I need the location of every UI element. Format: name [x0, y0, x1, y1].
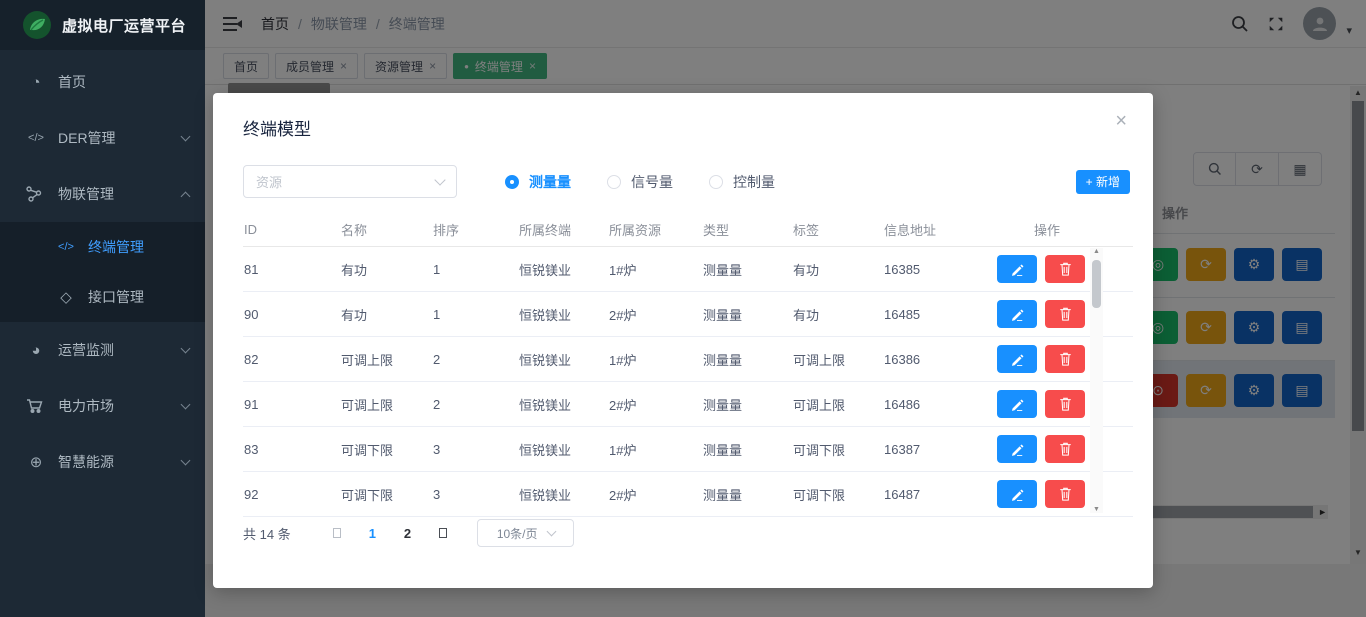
col-header-type: 类型 — [703, 220, 793, 239]
sidebar-item-home[interactable]: ◔ 首页 — [0, 54, 205, 110]
radio-signal[interactable]: 信号量 — [607, 172, 673, 192]
table-row: 90有功1恒锐镁业2#炉测量量有功16485 — [243, 292, 1133, 337]
scroll-up-icon[interactable]: ▲ — [1090, 248, 1103, 255]
edit-button[interactable] — [997, 300, 1037, 328]
col-header-tag: 标签 — [793, 220, 884, 239]
table-row: 81有功1恒锐镁业1#炉测量量有功16385 — [243, 247, 1133, 292]
table-row: 83可调下限3恒锐镁业1#炉测量量可调下限16387 — [243, 427, 1133, 472]
dialog-title: 终端模型 — [243, 120, 311, 139]
edit-button[interactable] — [997, 390, 1037, 418]
sidebar-item-iot[interactable]: 物联管理 — [0, 166, 205, 222]
sidebar-submenu-iot: </> 终端管理 ◇ 接口管理 — [0, 222, 205, 322]
add-button[interactable]: + 新增 — [1076, 170, 1130, 194]
delete-button[interactable] — [1045, 435, 1085, 463]
delete-button[interactable] — [1045, 345, 1085, 373]
chevron-up-icon — [181, 191, 191, 201]
radio-icon — [607, 175, 621, 189]
radio-control[interactable]: 控制量 — [709, 172, 775, 192]
col-header-address: 信息地址 — [884, 220, 997, 239]
select-placeholder: 资源 — [256, 172, 282, 191]
col-header-ops: 操作 — [997, 220, 1133, 239]
delete-button[interactable] — [1045, 390, 1085, 418]
globe-icon: ⊕ — [26, 453, 46, 471]
table-header-row: ID 名称 排序 所属终端 所属资源 类型 标签 信息地址 操作 — [243, 213, 1133, 247]
radio-icon — [505, 175, 519, 189]
type-radio-group: 测量量 信号量 控制量 — [505, 172, 775, 192]
close-icon[interactable]: × — [1115, 111, 1127, 131]
delete-button[interactable] — [1045, 300, 1085, 328]
delete-button[interactable] — [1045, 480, 1085, 508]
chevron-down-icon — [181, 400, 191, 410]
next-page-button[interactable] — [439, 528, 447, 538]
sidebar-item-power-market[interactable]: 电力市场 — [0, 378, 205, 434]
code-icon: </> — [26, 132, 46, 144]
dialog-filter-bar: 资源 测量量 信号量 控制量 + 新增 — [243, 165, 1130, 198]
table-row: 82可调上限2恒锐镁业1#炉测量量可调上限16386 — [243, 337, 1133, 382]
col-header-terminal: 所属终端 — [519, 220, 609, 239]
table-scrollbar[interactable]: ▲ ▼ — [1090, 248, 1103, 513]
sidebar-item-interface-mgmt[interactable]: ◇ 接口管理 — [0, 272, 205, 322]
terminal-model-table: ID 名称 排序 所属终端 所属资源 类型 标签 信息地址 操作 81有功1恒锐… — [243, 213, 1133, 517]
cart-icon — [26, 398, 46, 414]
sidebar: 虚拟电厂运营平台 ◔ 首页 </> DER管理 物联管理 — [0, 0, 205, 617]
col-header-sort: 排序 — [433, 220, 519, 239]
col-header-resource: 所属资源 — [609, 220, 703, 239]
gauge-icon: ◔ — [26, 74, 46, 91]
chevron-down-icon — [434, 174, 445, 185]
dialog-header: 终端模型 × — [213, 93, 1153, 140]
col-header-id: ID — [244, 222, 341, 237]
page-1-button[interactable]: 1 — [369, 526, 376, 541]
chevron-down-icon — [181, 456, 191, 466]
sidebar-item-der[interactable]: </> DER管理 — [0, 110, 205, 166]
scroll-down-icon[interactable]: ▼ — [1090, 506, 1103, 513]
edit-button[interactable] — [997, 435, 1037, 463]
gauge-icon: ◕ — [26, 342, 46, 359]
app-title: 虚拟电厂运营平台 — [62, 15, 186, 36]
sidebar-item-terminal-mgmt[interactable]: </> 终端管理 — [0, 222, 205, 272]
resource-select[interactable]: 资源 — [243, 165, 457, 198]
radio-icon — [709, 175, 723, 189]
edit-button[interactable] — [997, 480, 1037, 508]
cube-icon: ◇ — [56, 288, 76, 306]
total-count: 共 14 条 — [243, 524, 291, 543]
share-nodes-icon — [26, 186, 46, 202]
page-2-button[interactable]: 2 — [404, 526, 411, 541]
chevron-down-icon — [181, 132, 191, 142]
sidebar-item-ops-monitor[interactable]: ◕ 运营监测 — [0, 322, 205, 378]
prev-page-button[interactable] — [333, 528, 341, 538]
col-header-name: 名称 — [341, 220, 433, 239]
terminal-model-dialog: 终端模型 × 资源 测量量 信号量 控制量 — [213, 93, 1153, 588]
leaf-logo-icon — [22, 10, 52, 40]
code-icon: </> — [56, 241, 76, 253]
chevron-down-icon — [546, 527, 556, 537]
edit-button[interactable] — [997, 345, 1037, 373]
delete-button[interactable] — [1045, 255, 1085, 283]
edit-button[interactable] — [997, 255, 1037, 283]
scrollbar-thumb[interactable] — [1092, 260, 1101, 308]
chevron-down-icon — [181, 344, 191, 354]
sidebar-menu: ◔ 首页 </> DER管理 物联管理 </> — [0, 50, 205, 490]
sidebar-item-smart-energy[interactable]: ⊕ 智慧能源 — [0, 434, 205, 490]
radio-measurement[interactable]: 测量量 — [505, 172, 571, 192]
page-size-select[interactable]: 10条/页 — [477, 519, 574, 547]
table-row: 92可调下限3恒锐镁业2#炉测量量可调下限16487 — [243, 472, 1133, 517]
pagination: 共 14 条 1 2 10条/页 — [243, 518, 574, 548]
app-logo: 虚拟电厂运营平台 — [0, 0, 205, 50]
table-row: 91可调上限2恒锐镁业2#炉测量量可调上限16486 — [243, 382, 1133, 427]
app-root: 虚拟电厂运营平台 ◔ 首页 </> DER管理 物联管理 — [0, 0, 1366, 617]
